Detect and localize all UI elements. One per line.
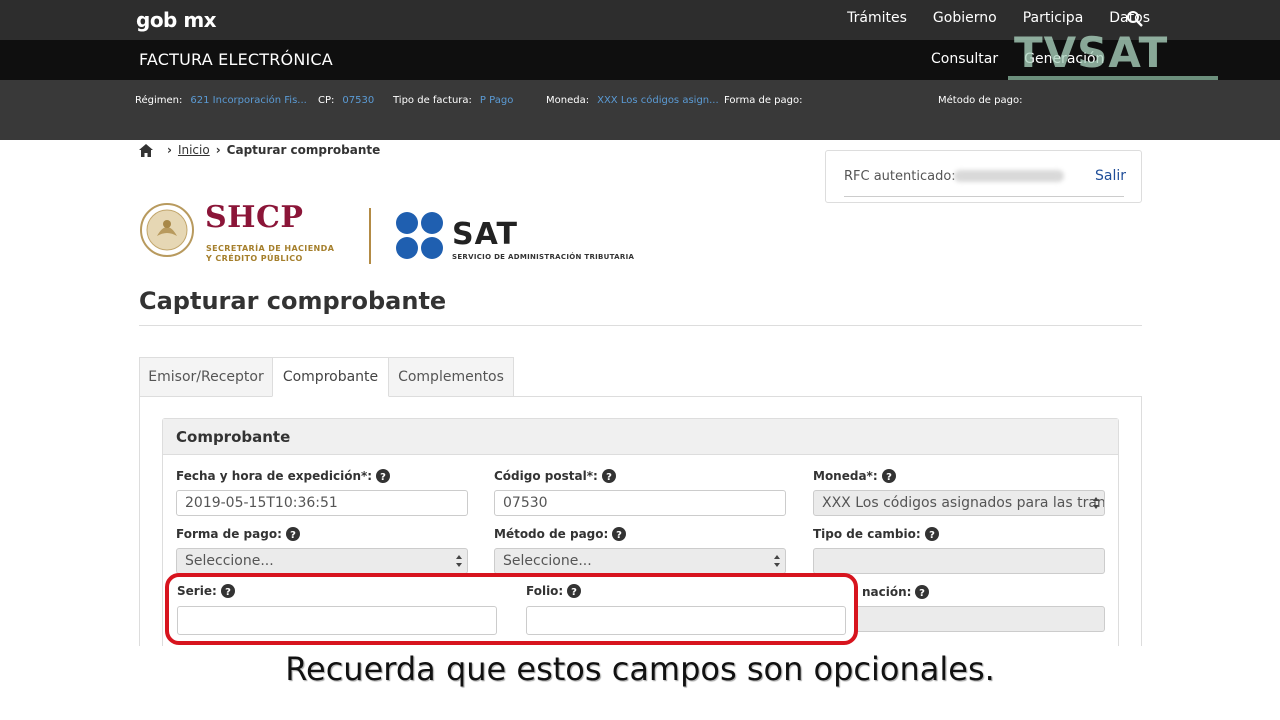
info-cp-value: 07530 [342,95,375,106]
select-arrows-icon [774,555,780,567]
subtitle-caption: Recuerda que estos campos son opcionales… [285,650,995,688]
svg-text:?: ? [616,530,622,541]
fecha-label: Fecha y hora de expedición*: ? [176,469,391,483]
help-icon[interactable]: ? [924,527,939,541]
help-icon[interactable]: ? [881,469,896,483]
metodo-pago-label: Método de pago: ? [494,527,627,541]
info-cp-label: CP: [318,95,335,106]
cp-label: Código postal*: ? [494,469,616,483]
page-title: Capturar comprobante [139,287,447,315]
info-moneda-value: XXX Los códigos asign... [597,95,719,106]
breadcrumb-separator-icon: › [215,143,221,157]
select-arrows-icon [456,555,462,567]
shcp-subtitle-2: Y CRÉDITO PÚBLICO [206,254,303,263]
rfc-box: RFC autenticado: Salir [825,150,1142,203]
info-regimen: Régimen: 621 Incorporación Fis... [135,95,307,106]
help-icon[interactable]: ? [915,585,930,599]
forma-pago-select[interactable]: Seleccione... [176,548,468,574]
tvsat-watermark: TVSAT [1008,30,1218,80]
app-title: FACTURA ELECTRÓNICA [139,50,333,69]
help-icon[interactable]: ? [285,527,300,541]
sat-logo-text: SAT [452,217,518,252]
tipo-cambio-label-text: Tipo de cambio: [813,527,921,541]
title-divider [139,325,1142,326]
tipo-cambio-label: Tipo de cambio: ? [813,527,939,541]
moneda-label-text: Moneda*: [813,469,878,483]
svg-text:?: ? [606,472,612,483]
moneda-label: Moneda*: ? [813,469,896,483]
search-icon[interactable] [1126,10,1144,28]
tipo-cambio-input[interactable] [813,548,1105,574]
nav-tramites[interactable]: Trámites [847,10,907,26]
info-tipo-value: P Pago [479,95,514,106]
forma-pago-label: Forma de pago: ? [176,527,300,541]
info-tipo-label: Tipo de factura: [393,95,472,106]
breadcrumb: › Inicio › Capturar comprobante [139,143,380,157]
info-regimen-label: Régimen: [135,95,183,106]
tab-emisor-receptor[interactable]: Emisor/Receptor [139,357,273,397]
info-moneda: Moneda: XXX Los códigos asign... [546,95,719,106]
info-tipo: Tipo de factura: P Pago [393,95,513,106]
info-moneda-label: Moneda: [546,95,590,106]
rfc-divider [844,196,1124,197]
svg-text:?: ? [886,472,892,483]
rfc-label: RFC autenticado: [844,169,956,184]
tab-comprobante[interactable]: Comprobante [272,357,389,397]
info-cp: CP: 07530 [318,95,374,106]
section-header: Comprobante [163,419,1118,455]
nav-gobierno[interactable]: Gobierno [933,10,997,26]
metodo-pago-select-value: Seleccione... [503,553,592,569]
home-icon[interactable] [139,143,153,157]
shcp-logo-text: SHCP [205,200,304,235]
sat-logo-icon [396,212,443,259]
watermark-text: TVSAT [1014,28,1169,77]
forma-pago-select-value: Seleccione... [185,553,274,569]
highlight-box [165,573,858,645]
moneda-select-value: XXX Los códigos asignados para las trans… [822,495,1105,511]
nav-participa[interactable]: Participa [1023,10,1084,26]
svg-text:?: ? [380,472,386,483]
info-metodo: Método de pago: [938,95,1030,106]
select-arrows-icon [1093,497,1099,509]
info-forma-label: Forma de pago: [724,95,803,106]
info-metodo-label: Método de pago: [938,95,1023,106]
metodo-pago-label-text: Método de pago: [494,527,609,541]
svg-text:?: ? [920,588,926,599]
rfc-redacted-value [954,170,1064,182]
nav-consultar[interactable]: Consultar [931,51,998,67]
info-bar: Régimen: 621 Incorporación Fis... CP: 0753… [0,80,1280,140]
gobmx-logo[interactable]: gob mx [136,8,217,32]
info-regimen-value: 621 Incorporación Fis... [190,95,307,106]
logo-divider [369,208,371,264]
section-title: Comprobante [176,428,291,446]
sat-subtitle: SERVICIO DE ADMINISTRACIÓN TRIBUTARIA [452,253,635,261]
breadcrumb-inicio-link[interactable]: Inicio [178,143,210,157]
coat-of-arms-icon [140,203,194,257]
help-icon[interactable]: ? [612,527,627,541]
svg-text:?: ? [929,530,935,541]
help-icon[interactable]: ? [376,469,391,483]
fecha-label-text: Fecha y hora de expedición*: [176,469,373,483]
confirmacion-label-text: nación: [862,585,912,599]
metodo-pago-select[interactable]: Seleccione... [494,548,786,574]
confirmacion-label: nación: ? [862,585,930,599]
info-forma: Forma de pago: [724,95,811,106]
cp-input[interactable]: 07530 [494,490,786,516]
logout-link[interactable]: Salir [1095,168,1126,184]
breadcrumb-separator-icon: › [167,143,172,157]
fecha-input[interactable]: 2019-05-15T10:36:51 [176,490,468,516]
forma-pago-label-text: Forma de pago: [176,527,282,541]
moneda-select[interactable]: XXX Los códigos asignados para las trans… [813,490,1105,516]
svg-text:?: ? [290,530,296,541]
breadcrumb-current: Capturar comprobante [226,143,381,157]
shcp-subtitle-1: SECRETARÍA DE HACIENDA [206,244,335,253]
tab-complementos[interactable]: Complementos [388,357,514,397]
cp-label-text: Código postal*: [494,469,598,483]
confirmacion-input[interactable] [855,606,1105,632]
help-icon[interactable]: ? [601,469,616,483]
top-nav: Trámites Gobierno Participa Datos [847,10,1150,26]
